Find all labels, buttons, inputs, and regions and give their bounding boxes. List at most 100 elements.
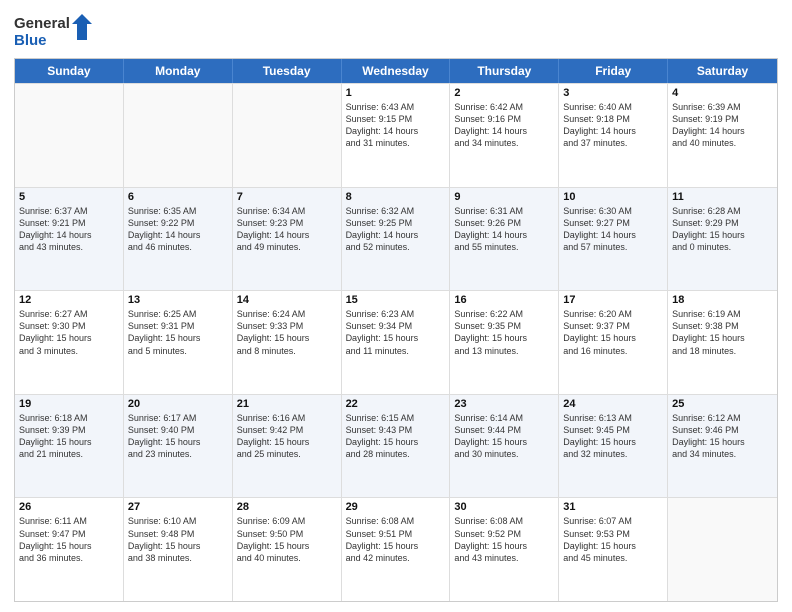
cell-line: Sunset: 9:19 PM (672, 113, 773, 125)
cell-line: Sunrise: 6:31 AM (454, 205, 554, 217)
cell-line: Daylight: 15 hours (19, 332, 119, 344)
cell-line: Sunrise: 6:09 AM (237, 515, 337, 527)
day-number: 10 (563, 191, 663, 203)
day-number: 8 (346, 191, 446, 203)
day-number: 3 (563, 87, 663, 99)
day-number: 14 (237, 294, 337, 306)
cell-line: Daylight: 15 hours (563, 436, 663, 448)
day-number: 13 (128, 294, 228, 306)
cell-line: Sunset: 9:46 PM (672, 424, 773, 436)
calendar-cell-3-1: 20Sunrise: 6:17 AMSunset: 9:40 PMDayligh… (124, 395, 233, 498)
cell-line: Daylight: 15 hours (128, 436, 228, 448)
cell-line: Sunset: 9:16 PM (454, 113, 554, 125)
day-number: 15 (346, 294, 446, 306)
cell-line: Daylight: 14 hours (454, 125, 554, 137)
cell-line: Sunrise: 6:28 AM (672, 205, 773, 217)
cell-line: Daylight: 15 hours (454, 540, 554, 552)
cell-line: Sunset: 9:29 PM (672, 217, 773, 229)
calendar-cell-2-0: 12Sunrise: 6:27 AMSunset: 9:30 PMDayligh… (15, 291, 124, 394)
logo: General Blue (14, 10, 94, 50)
cell-line: Daylight: 15 hours (237, 436, 337, 448)
cell-line: Sunrise: 6:24 AM (237, 308, 337, 320)
calendar-cell-3-0: 19Sunrise: 6:18 AMSunset: 9:39 PMDayligh… (15, 395, 124, 498)
day-number: 31 (563, 501, 663, 513)
cell-line: Sunset: 9:15 PM (346, 113, 446, 125)
calendar-row-3: 19 Sunrise: 6:18 AMSunset: 9:39 PM Dayligh… (15, 394, 777, 498)
calendar-cell-2-3: 15Sunrise: 6:23 AMSunset: 9:34 PMDayligh… (342, 291, 451, 394)
calendar-cell-3-6: 25Sunrise: 6:12 AMSunset: 9:46 PMDayligh… (668, 395, 777, 498)
cell-line: and 43 minutes. (19, 241, 119, 253)
cell-line: Daylight: 14 hours (454, 229, 554, 241)
cell-line: and 40 minutes. (672, 137, 773, 149)
cell-line: Sunset: 9:42 PM (237, 424, 337, 436)
calendar-cell-1-6: 11Sunrise: 6:28 AMSunset: 9:29 PMDayligh… (668, 188, 777, 291)
day-number: 23 (454, 398, 554, 410)
cell-line: Sunrise: 6:43 AM (346, 101, 446, 113)
cell-line: Sunset: 9:39 PM (19, 424, 119, 436)
cell-line: and 28 minutes. (346, 448, 446, 460)
cell-line: Daylight: 14 hours (19, 229, 119, 241)
calendar-cell-2-2: 14Sunrise: 6:24 AMSunset: 9:33 PMDayligh… (233, 291, 342, 394)
cell-line: Sunset: 9:23 PM (237, 217, 337, 229)
cell-line: and 32 minutes. (563, 448, 663, 460)
day-number: 26 (19, 501, 119, 513)
header-day-monday: Monday (124, 59, 233, 83)
day-number: 17 (563, 294, 663, 306)
calendar-cell-1-5: 10Sunrise: 6:30 AMSunset: 9:27 PMDayligh… (559, 188, 668, 291)
cell-line: Sunrise: 6:42 AM (454, 101, 554, 113)
cell-line: Sunset: 9:53 PM (563, 528, 663, 540)
calendar-cell-1-2: 7Sunrise: 6:34 AMSunset: 9:23 PMDaylight… (233, 188, 342, 291)
cell-line: Sunrise: 6:37 AM (19, 205, 119, 217)
cell-line: Sunset: 9:35 PM (454, 320, 554, 332)
cell-line: and 55 minutes. (454, 241, 554, 253)
header-day-sunday: Sunday (15, 59, 124, 83)
cell-line: Daylight: 14 hours (346, 229, 446, 241)
cell-line: and 34 minutes. (454, 137, 554, 149)
cell-line: Sunset: 9:45 PM (563, 424, 663, 436)
cell-line: Daylight: 14 hours (346, 125, 446, 137)
calendar-cell-0-0 (15, 84, 124, 187)
cell-line: and 38 minutes. (128, 552, 228, 564)
header: General Blue (14, 10, 778, 50)
cell-line: Daylight: 14 hours (237, 229, 337, 241)
cell-line: Daylight: 15 hours (672, 436, 773, 448)
cell-line: and 52 minutes. (346, 241, 446, 253)
cell-line: and 5 minutes. (128, 345, 228, 357)
calendar-cell-1-0: 5Sunrise: 6:37 AMSunset: 9:21 PMDaylight… (15, 188, 124, 291)
day-number: 18 (672, 294, 773, 306)
calendar-cell-0-5: 3Sunrise: 6:40 AMSunset: 9:18 PMDaylight… (559, 84, 668, 187)
logo-svg: General Blue (14, 10, 94, 50)
page: General Blue SundayMondayTuesdayWednesda… (0, 0, 792, 612)
calendar-cell-4-4: 30Sunrise: 6:08 AMSunset: 9:52 PMDayligh… (450, 498, 559, 601)
calendar-cell-3-4: 23Sunrise: 6:14 AMSunset: 9:44 PMDayligh… (450, 395, 559, 498)
calendar-cell-4-6 (668, 498, 777, 601)
header-day-saturday: Saturday (668, 59, 777, 83)
cell-line: Sunrise: 6:35 AM (128, 205, 228, 217)
cell-line: Daylight: 15 hours (346, 436, 446, 448)
cell-line: and 45 minutes. (563, 552, 663, 564)
cell-line: Sunset: 9:31 PM (128, 320, 228, 332)
cell-line: Sunrise: 6:34 AM (237, 205, 337, 217)
calendar-cell-4-5: 31Sunrise: 6:07 AMSunset: 9:53 PMDayligh… (559, 498, 668, 601)
cell-line: Sunrise: 6:16 AM (237, 412, 337, 424)
cell-line: Sunset: 9:47 PM (19, 528, 119, 540)
cell-line: Sunrise: 6:18 AM (19, 412, 119, 424)
calendar-cell-1-4: 9Sunrise: 6:31 AMSunset: 9:26 PMDaylight… (450, 188, 559, 291)
day-number: 19 (19, 398, 119, 410)
cell-line: Sunset: 9:30 PM (19, 320, 119, 332)
cell-line: Sunset: 9:48 PM (128, 528, 228, 540)
cell-line: Sunset: 9:25 PM (346, 217, 446, 229)
calendar-cell-4-1: 27Sunrise: 6:10 AMSunset: 9:48 PMDayligh… (124, 498, 233, 601)
day-number: 5 (19, 191, 119, 203)
cell-line: Sunset: 9:52 PM (454, 528, 554, 540)
cell-line: and 25 minutes. (237, 448, 337, 460)
cell-line: and 16 minutes. (563, 345, 663, 357)
calendar-cell-2-1: 13 Sunrise: 6:25 AMSunset: 9:31 PMDayligh… (124, 291, 233, 394)
cell-line: Daylight: 15 hours (563, 540, 663, 552)
cell-line: Sunrise: 6:25 AM (128, 308, 228, 320)
cell-line: Sunset: 9:43 PM (346, 424, 446, 436)
cell-line: and 40 minutes. (237, 552, 337, 564)
cell-line: Daylight: 15 hours (128, 332, 228, 344)
cell-line: and 42 minutes. (346, 552, 446, 564)
calendar-cell-0-4: 2Sunrise: 6:42 AMSunset: 9:16 PMDaylight… (450, 84, 559, 187)
